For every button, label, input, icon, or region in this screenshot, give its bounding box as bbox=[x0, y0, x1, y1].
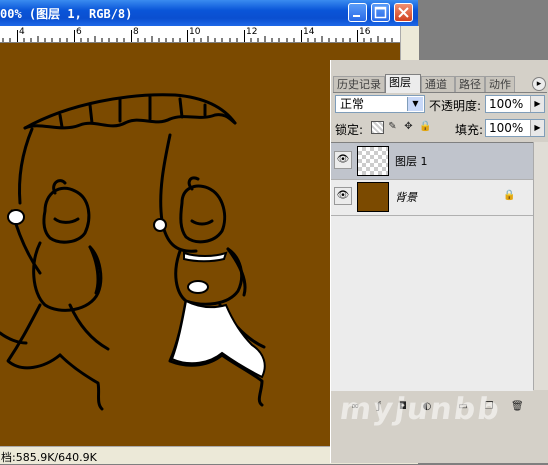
eye-icon[interactable]: 👁 bbox=[334, 151, 352, 169]
layer-thumbnail bbox=[357, 146, 389, 176]
opacity-value: 100% bbox=[489, 97, 524, 111]
tab-history[interactable]: 历史记录 bbox=[333, 76, 385, 92]
opacity-field[interactable]: 100% ▶ bbox=[485, 95, 545, 113]
chevron-right-icon[interactable]: ▶ bbox=[530, 96, 544, 112]
panel-menu-icon: ▸ bbox=[536, 79, 542, 89]
chevron-right-icon[interactable]: ▶ bbox=[530, 120, 544, 136]
watermark-logo: myjunbb bbox=[337, 392, 504, 427]
maximize-button[interactable] bbox=[371, 3, 390, 22]
minimize-button[interactable] bbox=[348, 3, 367, 22]
horizontal-ruler: 4 6 8 10 12 14 16 bbox=[0, 26, 400, 43]
lock-brush-icon[interactable]: ✎ bbox=[387, 121, 398, 132]
tab-paths[interactable]: 路径 bbox=[455, 76, 485, 92]
fill-label: 填充: bbox=[455, 123, 484, 137]
panel-grip[interactable] bbox=[331, 60, 548, 74]
panel-tabs: 历史记录 图层 通道 路径 动作 bbox=[333, 74, 547, 93]
lock-label: 锁定: bbox=[335, 123, 364, 137]
lock-icon: 🔒 bbox=[503, 190, 516, 201]
eye-icon[interactable]: 👁 bbox=[334, 187, 352, 205]
fill-value: 100% bbox=[489, 121, 524, 135]
lock-transparency-icon[interactable] bbox=[371, 121, 384, 134]
layer-name: 背景 bbox=[395, 191, 417, 204]
lock-move-icon[interactable]: ✥ bbox=[403, 121, 414, 132]
blend-row: 正常 ▼ 不透明度: 100% ▶ bbox=[331, 93, 548, 115]
opacity-label: 不透明度: bbox=[429, 99, 482, 113]
chevron-down-icon: ▼ bbox=[407, 97, 423, 111]
tab-channels[interactable]: 通道 bbox=[421, 76, 455, 92]
close-icon bbox=[398, 7, 409, 18]
minimize-icon bbox=[353, 15, 360, 17]
layer-row-background[interactable]: 👁 背景 🔒 bbox=[331, 179, 533, 216]
window-title: 00% (图层 1, RGB/8) bbox=[0, 7, 133, 21]
fill-field[interactable]: 100% ▶ bbox=[485, 119, 545, 137]
layers-list: 👁 图层 1 👁 背景 🔒 bbox=[331, 142, 533, 391]
title-bar[interactable]: 00% (图层 1, RGB/8) bbox=[0, 0, 418, 26]
delete-layer-icon[interactable]: 🗑 bbox=[511, 401, 524, 413]
layer-name: 图层 1 bbox=[395, 155, 428, 168]
tab-actions[interactable]: 动作 bbox=[485, 76, 515, 92]
blend-mode-value: 正常 bbox=[340, 97, 365, 111]
blend-mode-select[interactable]: 正常 ▼ bbox=[335, 95, 425, 113]
layer-row-layer1[interactable]: 👁 图层 1 bbox=[331, 143, 533, 180]
maximize-icon bbox=[374, 6, 387, 19]
layers-scrollbar[interactable] bbox=[533, 142, 548, 390]
tab-layers[interactable]: 图层 bbox=[385, 74, 421, 93]
layer-thumbnail bbox=[357, 182, 389, 212]
panel-menu-button[interactable]: ▸ bbox=[532, 77, 546, 91]
lock-all-icon[interactable]: 🔒 bbox=[419, 121, 431, 132]
lock-row: 锁定: ✎ ✥ 🔒 填充: 100% ▶ bbox=[331, 117, 548, 139]
close-button[interactable] bbox=[394, 3, 413, 22]
